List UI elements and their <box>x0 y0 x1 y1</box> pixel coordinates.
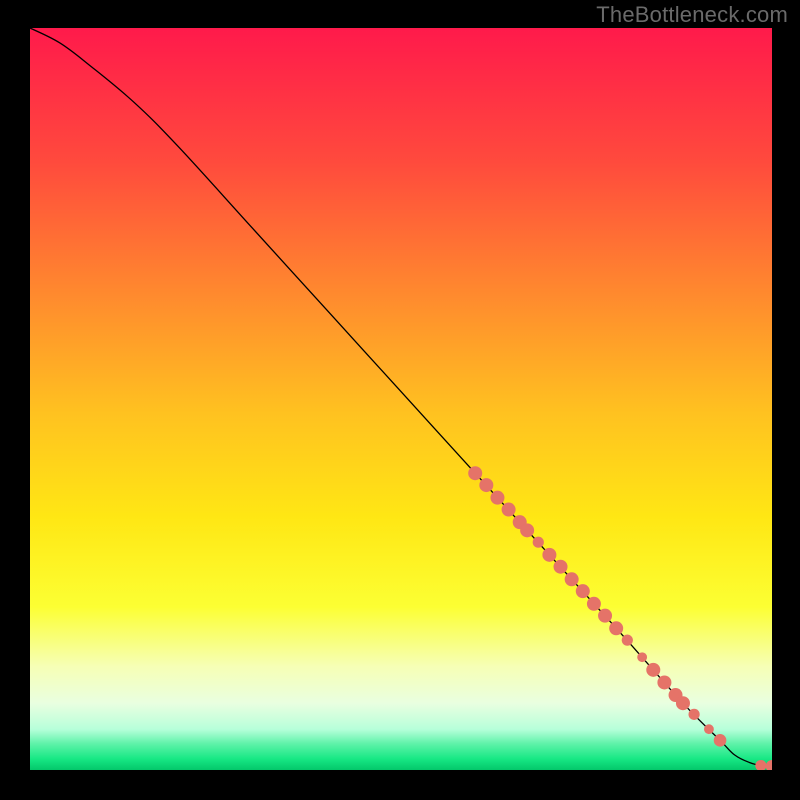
data-point <box>542 548 556 562</box>
data-point <box>622 635 633 646</box>
data-point <box>714 734 727 747</box>
data-point <box>554 560 568 574</box>
data-point <box>598 609 612 623</box>
data-point <box>565 572 579 586</box>
chart-svg <box>30 28 772 770</box>
data-point <box>587 597 601 611</box>
data-point <box>637 652 647 662</box>
chart-frame: TheBottleneck.com <box>0 0 800 800</box>
watermark-text: TheBottleneck.com <box>596 2 788 28</box>
data-point <box>704 724 714 734</box>
data-point <box>576 584 590 598</box>
data-point <box>657 675 671 689</box>
data-point <box>490 491 504 505</box>
data-point <box>468 466 482 480</box>
data-point <box>533 537 544 548</box>
data-point <box>688 709 699 720</box>
data-point <box>676 696 690 710</box>
data-point <box>502 503 516 517</box>
data-point <box>609 621 623 635</box>
data-point <box>646 663 660 677</box>
gradient-background <box>30 28 772 770</box>
data-point <box>479 478 493 492</box>
data-point <box>520 523 534 537</box>
plot-area <box>30 28 772 770</box>
